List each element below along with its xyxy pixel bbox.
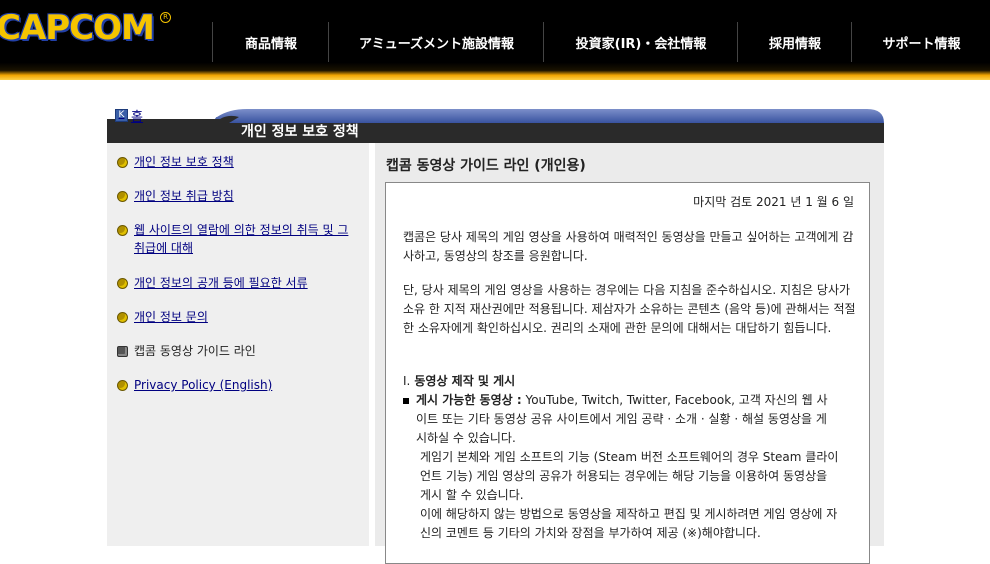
guideline-document: 마지막 검토 2021 년 1 월 6 일 캡콤은 당사 제목의 게임 영상을 … xyxy=(385,182,870,564)
sidebar-item-label[interactable]: Privacy Policy (English) xyxy=(134,376,272,394)
nav-ir-company[interactable]: 投資家(IR)・会社情報 xyxy=(543,22,738,62)
main-panel: 캡콤 동영상 가이드 라인 (개인용) 마지막 검토 2021 년 1 월 6 … xyxy=(375,143,884,564)
sidebar-item-label[interactable]: 개인 정보 취급 방침 xyxy=(134,187,234,205)
sidebar-item-label[interactable]: 개인 정보 문의 xyxy=(134,308,208,326)
last-reviewed-date: 마지막 검토 2021 년 1 월 6 일 xyxy=(693,195,854,209)
sidebar-item-privacy-policy[interactable]: 개인 정보 보호 정책 xyxy=(117,153,357,171)
section-title: 동영상 제작 및 게시 xyxy=(414,374,516,388)
notice-paragraph: 단, 당사 제목의 게임 영상을 사용하는 경우에는 다음 지침을 준수하십시오… xyxy=(403,283,856,335)
sidebar-item-label[interactable]: 개인 정보의 공개 등에 필요한 서류 xyxy=(134,274,308,292)
sidebar-item-handling-policy[interactable]: 개인 정보 취급 방침 xyxy=(117,187,357,205)
nav-recruit[interactable]: 採用情報 xyxy=(737,22,852,62)
sidebar-item-label[interactable]: 웹 사이트의 열람에 의한 정보의 취득 및 그 취급에 대해 xyxy=(134,221,357,257)
content-title: 캡콤 동영상 가이드 라인 (개인용) xyxy=(386,158,586,174)
bullet-icon xyxy=(117,312,128,323)
bullet-icon xyxy=(117,225,128,236)
page-header-banner xyxy=(107,103,884,143)
list-item-label: 게시 가능한 동영상 : xyxy=(416,393,522,407)
site-header: CAPCOM R 商品情報 アミューズメント施設情報 投資家(IR)・会社情報 … xyxy=(0,0,990,80)
intro-paragraph: 캡콤은 당사 제목의 게임 영상을 사용하여 매력적인 동영상을 만들고 싶어하… xyxy=(403,230,854,263)
list-item: 게시 가능한 동영상 : YouTube, Twitch, Twitter, F… xyxy=(403,391,843,448)
sidebar-item-disclosure-documents[interactable]: 개인 정보의 공개 등에 필요한 서류 xyxy=(117,274,357,292)
content-wrapper: K 홈 개인 정보 보호 정책 개인 정보 보호 정책 개인 정보 취급 방침 … xyxy=(107,103,884,564)
sidebar-item-label: 캡콤 동영상 가이드 라인 xyxy=(134,344,256,358)
sidebar-item-website-browsing[interactable]: 웹 사이트의 열람에 의한 정보의 취득 및 그 취급에 대해 xyxy=(117,221,357,257)
bullet-icon xyxy=(117,380,128,391)
continuation-paragraph: 게임기 본체와 게임 소프트의 기능 (Steam 버전 소프트웨어의 경우 S… xyxy=(420,450,839,502)
sidebar-item-english-policy[interactable]: Privacy Policy (English) xyxy=(117,376,357,394)
bullet-icon xyxy=(117,278,128,289)
sidebar: 개인 정보 보호 정책 개인 정보 취급 방침 웹 사이트의 열람에 의한 정보… xyxy=(107,143,369,546)
bullet-icon xyxy=(117,157,128,168)
sidebar-item-video-guideline: 캡콤 동영상 가이드 라인 xyxy=(117,342,357,360)
nav-products[interactable]: 商品情報 xyxy=(212,22,329,62)
sidebar-item-label[interactable]: 개인 정보 보호 정책 xyxy=(134,153,234,171)
registered-mark-icon: R xyxy=(160,12,171,23)
current-page-bullet-icon xyxy=(117,346,128,357)
nav-support[interactable]: サポート情報 xyxy=(851,22,990,62)
continuation-paragraph: 이에 해당하지 않는 방법으로 동영상을 제작하고 편집 및 게시하려면 게임 … xyxy=(420,507,838,540)
bullet-icon xyxy=(117,191,128,202)
breadcrumb-home[interactable]: K 홈 xyxy=(115,106,143,125)
page-header: K 홈 개인 정보 보호 정책 xyxy=(107,103,884,143)
section-number: I. xyxy=(403,374,411,388)
capcom-logo[interactable]: CAPCOM xyxy=(0,8,155,48)
section-heading: I. 동영상 제작 및 게시 xyxy=(403,372,515,391)
home-arrow-icon: K xyxy=(115,109,128,122)
breadcrumb-home-label[interactable]: 홈 xyxy=(131,106,143,125)
page-title: 개인 정보 보호 정책 xyxy=(241,124,359,140)
nav-amusement[interactable]: アミューズメント施設情報 xyxy=(328,22,544,62)
sidebar-item-inquiry[interactable]: 개인 정보 문의 xyxy=(117,308,357,326)
square-bullet-icon xyxy=(403,398,409,404)
